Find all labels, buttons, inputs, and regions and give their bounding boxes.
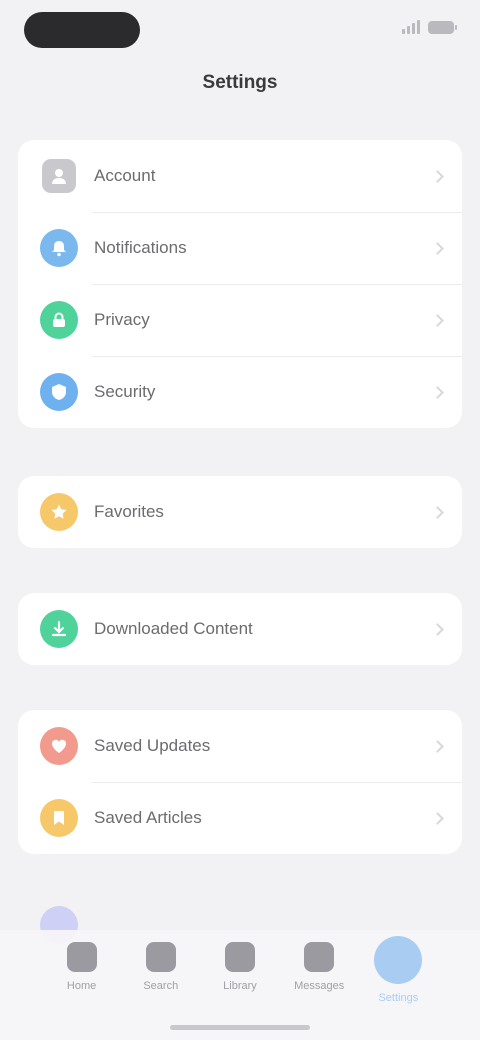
home-icon xyxy=(66,942,97,972)
chevron-right-icon xyxy=(431,241,444,255)
chevron-right-icon xyxy=(431,505,444,519)
chevron-right-icon xyxy=(431,811,444,825)
gear-icon xyxy=(374,936,423,984)
row-label: Security xyxy=(94,382,156,401)
settings-row-downloaded-content[interactable]: Downloaded Content xyxy=(18,593,462,665)
tab-label: Search xyxy=(143,980,179,992)
library-icon xyxy=(224,942,255,972)
search-icon xyxy=(145,942,176,972)
settings-screen: 9:41 Settings Account Notifications Priv… xyxy=(0,0,480,1040)
lock-icon xyxy=(40,301,78,339)
row-label: Favorites xyxy=(94,502,164,521)
chevron-right-icon xyxy=(431,385,444,399)
tab-home[interactable]: Home xyxy=(45,942,119,1040)
tab-bar: Home Search Library Messages Settings xyxy=(0,930,480,1040)
page-title: Settings xyxy=(202,72,278,93)
status-bar: 9:41 xyxy=(0,0,480,62)
settings-row-account[interactable]: Account xyxy=(18,140,462,212)
row-label: Saved Updates xyxy=(94,736,211,755)
chevron-right-icon xyxy=(431,313,444,327)
chevron-right-icon xyxy=(431,739,444,753)
shield-icon xyxy=(40,373,78,411)
row-label: Downloaded Content xyxy=(94,619,253,638)
status-icons xyxy=(402,20,457,34)
row-label: Privacy xyxy=(94,310,150,329)
settings-row-saved-articles[interactable]: Saved Articles xyxy=(18,782,462,854)
signal-icon xyxy=(402,20,420,34)
star-icon xyxy=(40,493,78,531)
settings-group-favorites: Favorites xyxy=(18,476,462,548)
home-indicator xyxy=(170,1025,310,1030)
settings-group-downloads: Downloaded Content xyxy=(18,593,462,665)
settings-group-main: Account Notifications Privacy Security xyxy=(18,140,462,428)
bookmark-icon xyxy=(40,799,78,837)
tab-settings[interactable]: Settings xyxy=(361,936,435,1040)
row-label: Saved Articles xyxy=(94,808,202,827)
bell-icon xyxy=(40,229,78,267)
chevron-right-icon xyxy=(431,169,444,183)
status-time: 9:41 xyxy=(24,12,140,48)
settings-row-notifications[interactable]: Notifications xyxy=(18,212,462,284)
chat-icon xyxy=(304,942,335,972)
tab-label: Settings xyxy=(378,992,419,1004)
tab-label: Library xyxy=(223,980,257,992)
heart-icon xyxy=(40,727,78,765)
settings-row-privacy[interactable]: Privacy xyxy=(18,284,462,356)
settings-row-favorites[interactable]: Favorites xyxy=(18,476,462,548)
download-icon xyxy=(40,610,78,648)
settings-row-security[interactable]: Security xyxy=(18,356,462,428)
tab-label: Messages xyxy=(294,980,345,992)
row-label: Account xyxy=(94,166,156,185)
battery-icon xyxy=(428,20,457,34)
row-label: Notifications xyxy=(94,238,187,257)
tab-label: Home xyxy=(66,980,97,992)
person-icon xyxy=(42,159,76,193)
chevron-right-icon xyxy=(431,622,444,636)
settings-row-saved-updates[interactable]: Saved Updates xyxy=(18,710,462,782)
settings-group-saved: Saved Updates Saved Articles xyxy=(18,710,462,854)
